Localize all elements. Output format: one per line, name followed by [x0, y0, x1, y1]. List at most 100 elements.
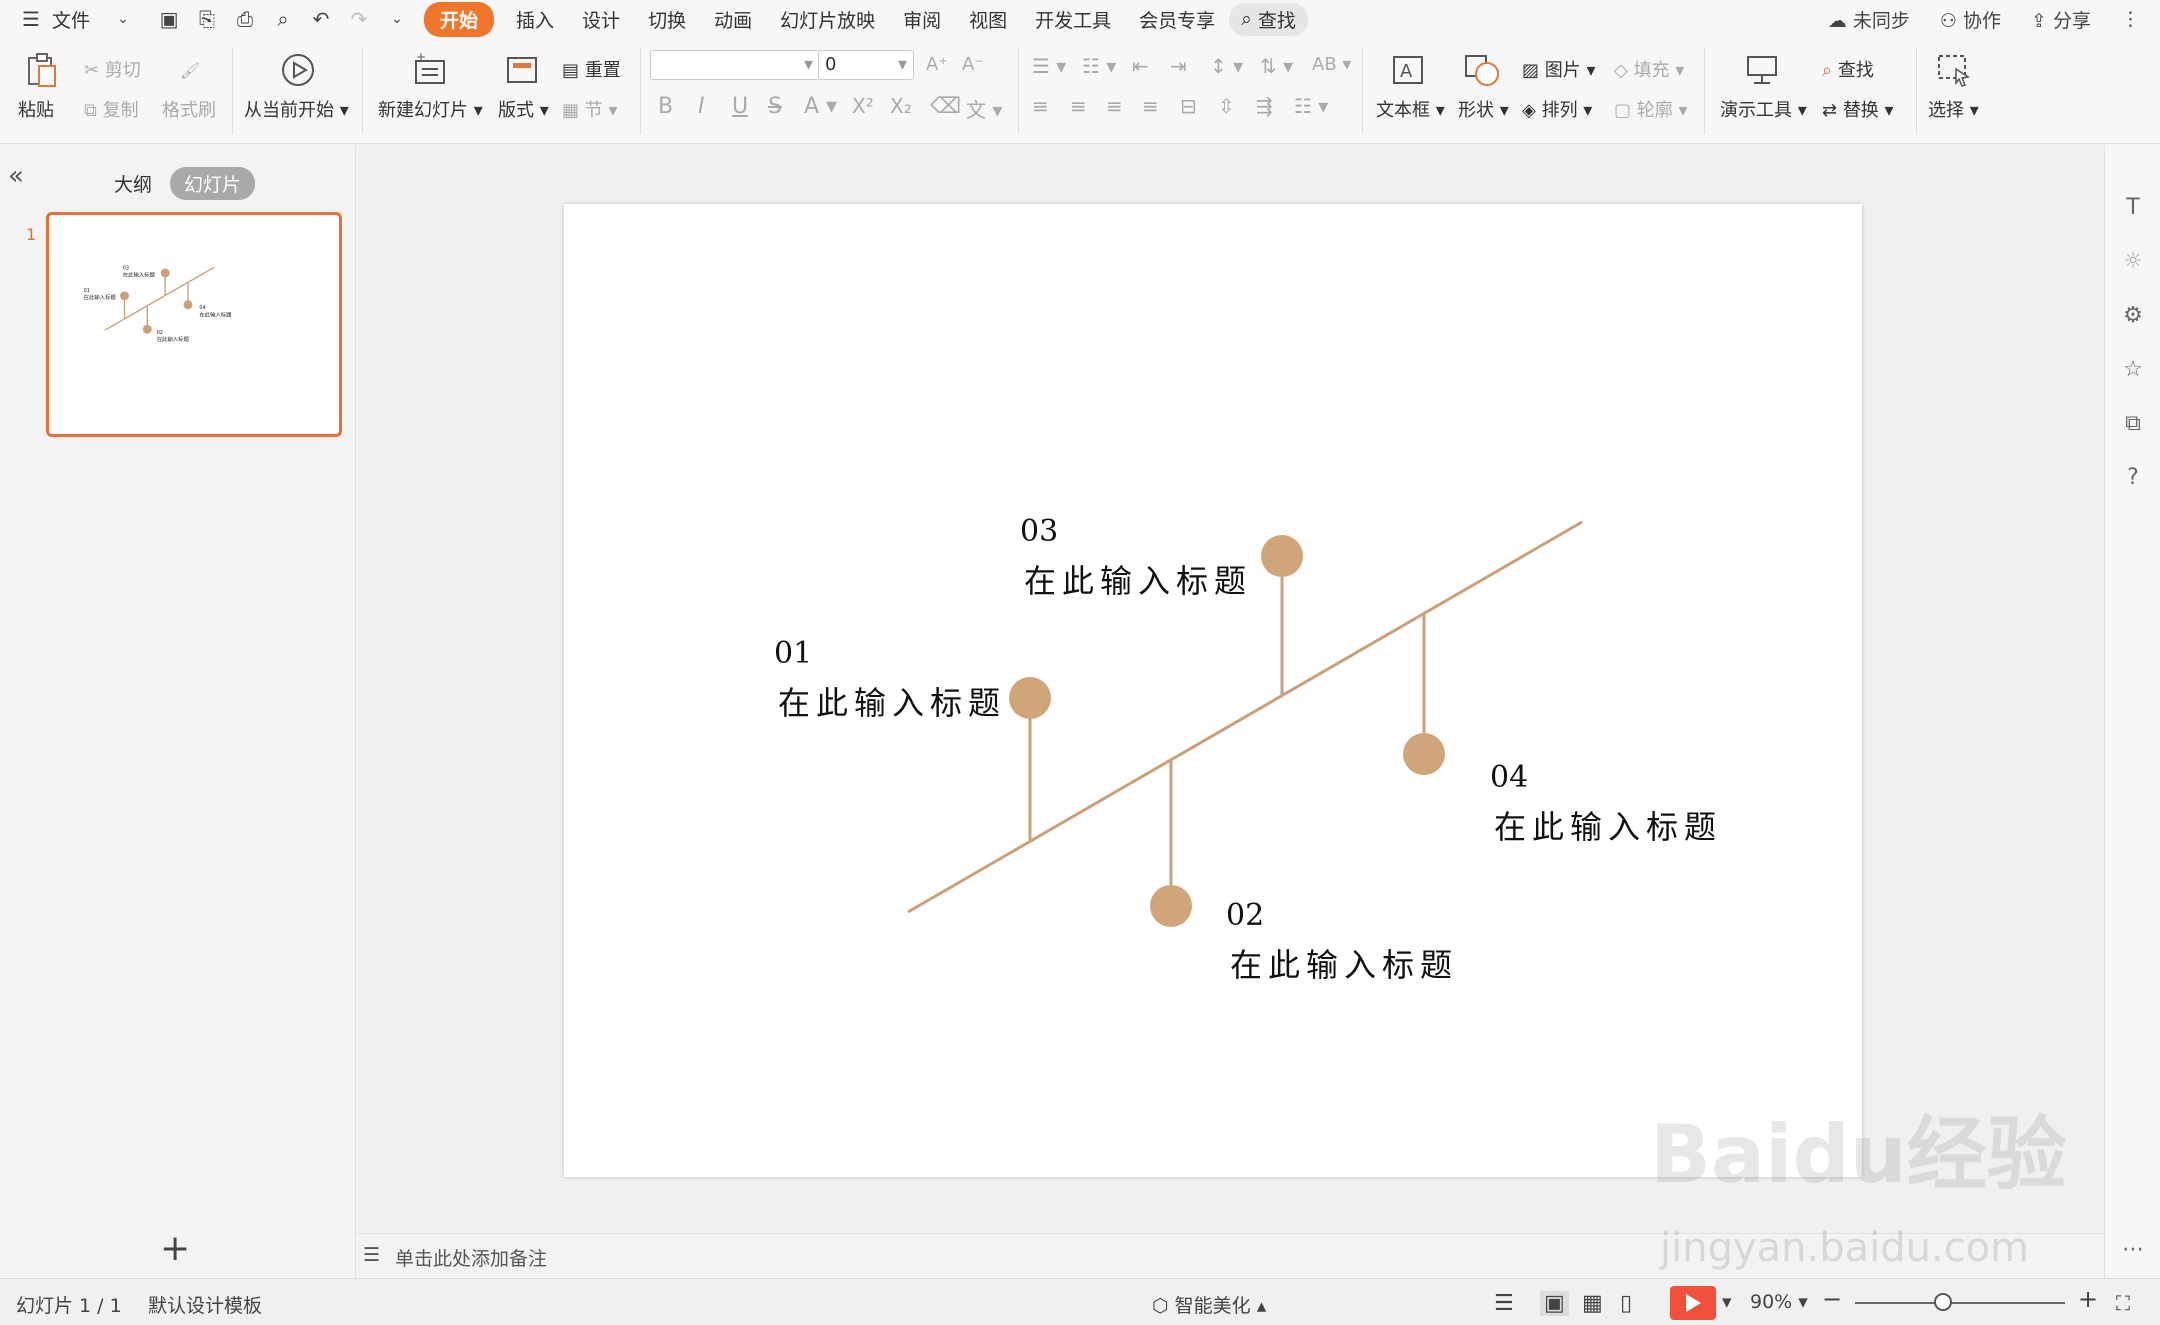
- item-01-number[interactable]: 01: [774, 636, 812, 671]
- zoom-level[interactable]: 90% ▾: [1750, 1291, 1808, 1313]
- tab-slides[interactable]: 幻灯片: [170, 167, 256, 200]
- fit-window-icon[interactable]: ⛶: [2116, 1291, 2130, 1315]
- layout-button[interactable]: 版式 ▾: [498, 96, 549, 122]
- help-icon[interactable]: ?: [2119, 463, 2147, 491]
- align-left-icon[interactable]: ≡: [1032, 94, 1049, 118]
- normal-view-icon[interactable]: ▣: [1540, 1291, 1569, 1316]
- distribute-icon[interactable]: ⊟: [1180, 94, 1197, 118]
- item-03-number[interactable]: 03: [1020, 514, 1058, 549]
- play-options-icon[interactable]: ▾: [1722, 1291, 1732, 1313]
- italic-button[interactable]: I: [698, 94, 705, 119]
- fill-button[interactable]: ◇ 填充 ▾: [1614, 56, 1684, 82]
- tab-review[interactable]: 审阅: [889, 6, 955, 33]
- tab-member[interactable]: 会员专享: [1125, 6, 1229, 33]
- reset-button[interactable]: ▤ 重置: [562, 56, 621, 82]
- customize-toolbar-icon[interactable]: ⌄: [384, 6, 410, 32]
- node-02[interactable]: [1150, 885, 1192, 927]
- output-icon[interactable]: ⎘: [194, 6, 220, 32]
- print-preview-icon[interactable]: ⌕: [270, 6, 296, 32]
- sync-status[interactable]: ☁ 未同步: [1828, 6, 1910, 33]
- picture-button[interactable]: ▨ 图片 ▾: [1522, 56, 1596, 82]
- tab-slideshow[interactable]: 幻灯片放映: [766, 6, 889, 33]
- phonetic-icon[interactable]: 文 ▾: [966, 94, 1002, 123]
- zoom-out-icon[interactable]: −: [1822, 1285, 1842, 1313]
- item-03-title[interactable]: 在此输入标题: [1024, 556, 1252, 602]
- find-button[interactable]: ⌕ 查找: [1822, 56, 1874, 82]
- save-icon[interactable]: ▣: [156, 6, 182, 32]
- select-icon[interactable]: [1934, 50, 1974, 90]
- star-icon[interactable]: ☆: [2119, 355, 2147, 383]
- item-02-title[interactable]: 在此输入标题: [1230, 940, 1458, 986]
- chevron-down-icon[interactable]: ⌄: [110, 6, 136, 32]
- line-spacing-icon[interactable]: ↕ ▾: [1210, 54, 1243, 78]
- numbered-list-icon[interactable]: ☷ ▾: [1082, 54, 1116, 78]
- template-name[interactable]: 默认设计模板: [148, 1291, 262, 1318]
- font-color-button[interactable]: A ▾: [804, 94, 837, 119]
- tab-home[interactable]: 开始: [424, 1, 495, 37]
- font-name-select[interactable]: ▾: [650, 50, 820, 80]
- outdent-icon[interactable]: ⇤: [1132, 54, 1149, 78]
- strikethrough-button[interactable]: S: [768, 94, 782, 119]
- add-slide-button[interactable]: +: [160, 1228, 190, 1269]
- new-slide-button[interactable]: 新建幻灯片 ▾: [378, 96, 483, 122]
- undo-icon[interactable]: ↶: [308, 6, 334, 32]
- font-size-select[interactable]: 0 ▾: [818, 50, 914, 80]
- slide[interactable]: 01 在此输入标题 03 在此输入标题 04 在此输入标题 02 在此输入标题: [564, 204, 1862, 1177]
- zoom-in-icon[interactable]: +: [2078, 1285, 2098, 1313]
- subscript-button[interactable]: X₂: [890, 94, 912, 118]
- replace-button[interactable]: ⇄ 替换 ▾: [1822, 96, 1894, 122]
- indent-icon[interactable]: ⇥: [1170, 54, 1187, 78]
- redo-icon[interactable]: ↷: [346, 6, 372, 32]
- tab-transition[interactable]: 切换: [634, 6, 700, 33]
- beautify-button[interactable]: ⬡ 智能美化 ▴: [1152, 1291, 1266, 1318]
- tab-developer[interactable]: 开发工具: [1021, 6, 1125, 33]
- shape-icon[interactable]: [1462, 50, 1502, 90]
- present-tools-button[interactable]: 演示工具 ▾: [1720, 96, 1807, 122]
- bold-button[interactable]: B: [658, 94, 673, 119]
- arrange-button[interactable]: ◈ 排列 ▾: [1522, 96, 1592, 122]
- outline-button[interactable]: ▢ 轮廓 ▾: [1614, 96, 1688, 122]
- tab-outline[interactable]: 大纲: [100, 167, 166, 200]
- node-01[interactable]: [1009, 677, 1051, 719]
- vertical-align-icon[interactable]: ⇳: [1218, 94, 1235, 118]
- play-icon[interactable]: [278, 50, 318, 90]
- select-button[interactable]: 选择 ▾: [1928, 96, 1979, 122]
- align-right-icon[interactable]: ≡: [1106, 94, 1123, 118]
- format-painter-button[interactable]: 格式刷: [162, 96, 216, 122]
- decrease-font-button[interactable]: A⁻: [962, 54, 984, 75]
- paste-button[interactable]: 粘贴: [18, 96, 54, 122]
- text-icon[interactable]: T: [2119, 193, 2147, 221]
- tab-design[interactable]: 设计: [568, 6, 634, 33]
- slide-thumbnail[interactable]: 01 在此输入标题 03 在此输入标题 04 在此输入标题 02 在此输入标题: [46, 212, 342, 437]
- item-04-number[interactable]: 04: [1490, 760, 1528, 795]
- bulb-icon[interactable]: ☼: [2119, 247, 2147, 275]
- node-03[interactable]: [1261, 535, 1303, 577]
- zoom-slider-handle[interactable]: [1934, 1293, 1952, 1311]
- present-tools-icon[interactable]: [1742, 50, 1782, 90]
- new-slide-icon[interactable]: +: [410, 50, 450, 90]
- play-slideshow-button[interactable]: [1670, 1286, 1716, 1320]
- slide-sorter-icon[interactable]: ▦: [1582, 1291, 1603, 1316]
- play-from-current-button[interactable]: 从当前开始 ▾: [244, 96, 349, 122]
- section-button[interactable]: ▦ 节 ▾: [562, 96, 618, 122]
- reading-view-icon[interactable]: ▯: [1620, 1291, 1632, 1316]
- transition-icon[interactable]: ⧉: [2119, 409, 2147, 437]
- notes-toggle-icon[interactable]: ☰: [1494, 1291, 1514, 1316]
- text-direction-icon[interactable]: ⇅ ▾: [1260, 54, 1293, 78]
- textbox-button[interactable]: 文本框 ▾: [1376, 96, 1445, 122]
- node-04[interactable]: [1403, 733, 1445, 775]
- paragraph-settings-icon[interactable]: ☷ ▾: [1294, 94, 1328, 118]
- item-01-title[interactable]: 在此输入标题: [778, 678, 1006, 724]
- copy-button[interactable]: ⧉ 复制: [84, 96, 139, 122]
- format-painter-icon[interactable]: 🖌: [170, 50, 210, 90]
- paste-icon[interactable]: [22, 50, 62, 90]
- shape-button[interactable]: 形状 ▾: [1458, 96, 1509, 122]
- settings-sliders-icon[interactable]: ⚙: [2119, 301, 2147, 329]
- print-icon[interactable]: ⎙: [232, 6, 258, 32]
- underline-button[interactable]: U: [732, 94, 748, 119]
- layout-icon[interactable]: [502, 50, 542, 90]
- item-02-number[interactable]: 02: [1226, 898, 1264, 933]
- hamburger-menu-icon[interactable]: ☰: [18, 6, 44, 32]
- item-04-title[interactable]: 在此输入标题: [1494, 802, 1722, 848]
- collab-button[interactable]: ⚇ 协作: [1940, 6, 2001, 33]
